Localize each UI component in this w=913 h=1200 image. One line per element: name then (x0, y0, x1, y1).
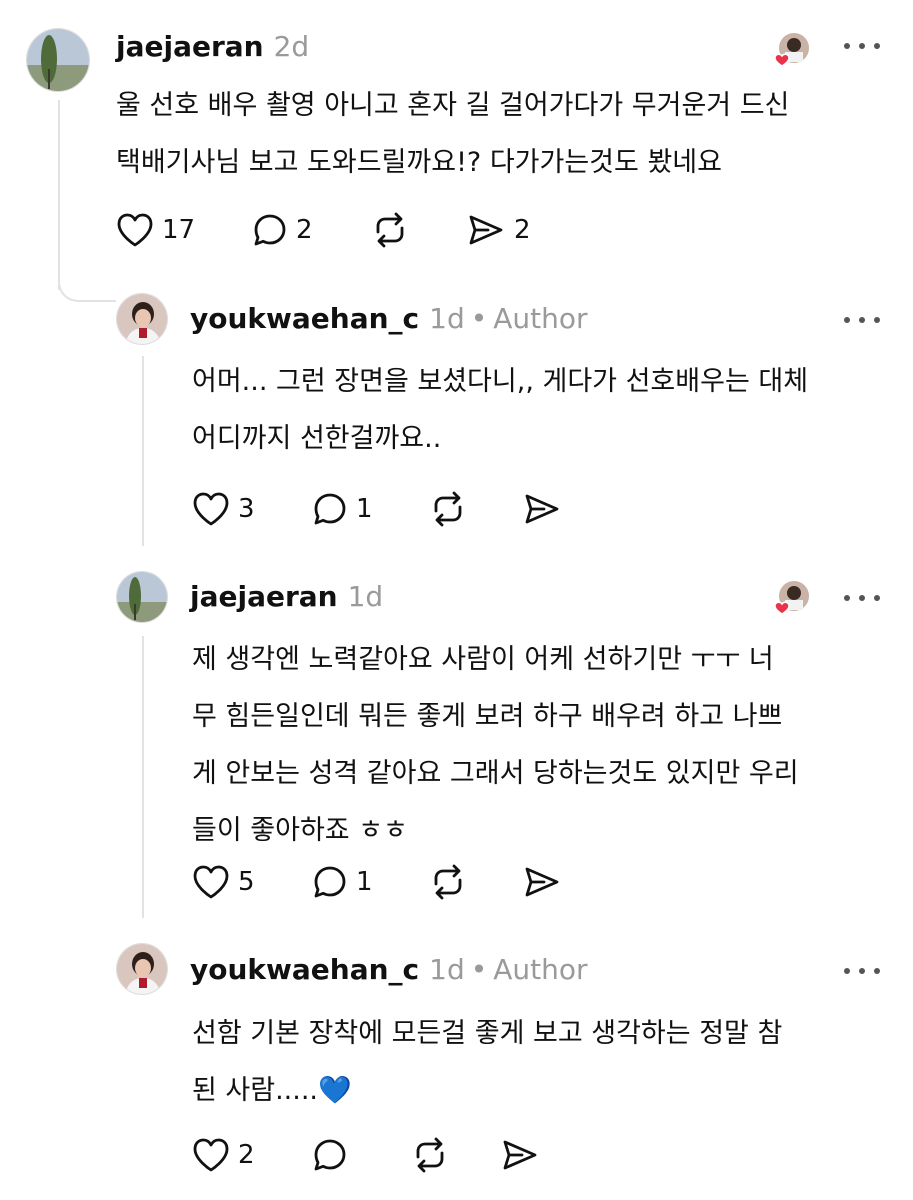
share-icon (469, 215, 503, 245)
thread-line (58, 100, 60, 290)
author-label: Author (493, 953, 588, 986)
username-row: jaejaeran 1d (190, 580, 383, 614)
action-bar: 5 1 (192, 860, 612, 904)
comment-text: 어머... 그런 장면을 보셨다니,, 게다가 선호배우는 대체 어디까지 선한… (192, 353, 808, 467)
comment-line: 제 생각엔 노력같아요 사람이 어케 선하기만 ㅜㅜ 너 (192, 644, 774, 675)
comment-text: 울 선호 배우 촬영 아니고 혼자 길 걸어가다가 무거운거 드신 택배기사님 … (116, 77, 789, 191)
username[interactable]: jaejaeran (190, 580, 338, 613)
comment-line: 선함 기본 장착에 모든걸 좋게 보고 생각하는 정말 참 (192, 1018, 783, 1049)
thread-line (142, 636, 144, 918)
comment-icon (314, 866, 346, 898)
repost-icon (434, 864, 462, 900)
more-options-button[interactable] (844, 314, 880, 326)
heart-icon (193, 865, 229, 899)
reply-count: 2 (296, 215, 313, 245)
share-button[interactable] (500, 1133, 540, 1177)
reply-button[interactable]: 1 (312, 860, 373, 904)
action-bar: 2 (192, 1133, 612, 1177)
comment-icon (314, 493, 346, 525)
like-button[interactable]: 5 (192, 860, 255, 904)
username-row: youkwaehan_c 1d • Author (190, 302, 588, 336)
comment-line: 무 힘든일인데 뭐든 좋게 보려 하구 배우려 하고 나쁘 (192, 701, 783, 732)
comment-line: 들이 좋아하죠 ㅎㅎ (192, 815, 408, 846)
share-icon (503, 1140, 537, 1170)
reply-button[interactable]: 2 (252, 208, 313, 252)
username-row: youkwaehan_c 1d • Author (190, 953, 588, 987)
comment-line: 어머... 그런 장면을 보셨다니,, 게다가 선호배우는 대체 (192, 366, 809, 397)
repost-button[interactable] (428, 487, 468, 531)
like-button[interactable]: 2 (192, 1133, 255, 1177)
timestamp: 1d (429, 953, 465, 986)
repost-button[interactable] (410, 1133, 450, 1177)
more-options-button[interactable] (844, 592, 880, 604)
like-count: 17 (162, 215, 196, 245)
share-icon (525, 494, 559, 524)
repost-icon (376, 212, 404, 248)
reply-count: 1 (356, 494, 373, 524)
comment-line: 게 안보는 성격 같아요 그래서 당하는것도 있지만 우리 (192, 758, 799, 789)
like-count: 3 (238, 494, 255, 524)
separator-dot: • (470, 302, 488, 335)
action-bar: 17 2 2 (116, 208, 596, 252)
author-liked-badge (770, 578, 812, 620)
thread-line (142, 356, 144, 546)
action-bar: 3 1 (192, 487, 612, 531)
username[interactable]: youkwaehan_c (190, 953, 419, 986)
repost-button[interactable] (370, 208, 410, 252)
username-row: jaejaeran 2d (116, 30, 309, 64)
share-button[interactable] (522, 487, 562, 531)
repost-icon (434, 491, 462, 527)
like-count: 5 (238, 867, 255, 897)
timestamp: 1d (347, 580, 384, 613)
username[interactable]: jaejaeran (116, 30, 264, 63)
like-button[interactable]: 3 (192, 487, 255, 531)
comment-line: 된 사람.....💙 (192, 1075, 352, 1106)
comment-line: 택배기사님 보고 도와드릴까요!? 다가가는것도 봤네요 (116, 147, 722, 178)
like-button[interactable]: 17 (116, 208, 195, 252)
avatar[interactable] (26, 28, 90, 92)
timestamp: 2d (273, 30, 310, 63)
share-button[interactable] (522, 860, 562, 904)
author-liked-badge (770, 30, 812, 72)
like-count: 2 (238, 1140, 255, 1170)
author-label: Author (493, 302, 588, 335)
reply-button[interactable] (312, 1133, 348, 1177)
share-button[interactable]: 2 (466, 208, 531, 252)
avatar[interactable] (116, 293, 168, 345)
username[interactable]: youkwaehan_c (190, 302, 419, 335)
repost-button[interactable] (428, 860, 468, 904)
comment-line: 어디까지 선한걸까요.. (192, 423, 442, 454)
reply-button[interactable]: 1 (312, 487, 373, 531)
comment-text: 제 생각엔 노력같아요 사람이 어케 선하기만 ㅜㅜ 너 무 힘든일인데 뭐든 … (192, 631, 799, 859)
heart-icon (193, 1138, 229, 1172)
thread-connector (58, 282, 116, 302)
more-options-button[interactable] (844, 965, 880, 977)
heart-icon (193, 492, 229, 526)
repost-icon (416, 1137, 444, 1173)
comment-text: 선함 기본 장착에 모든걸 좋게 보고 생각하는 정말 참 된 사람.....💙 (192, 1005, 782, 1119)
avatar[interactable] (116, 943, 168, 995)
avatar[interactable] (116, 571, 168, 623)
comment-line: 울 선호 배우 촬영 아니고 혼자 길 걸어가다가 무거운거 드신 (116, 90, 790, 121)
more-options-button[interactable] (844, 40, 880, 52)
timestamp: 1d (429, 302, 465, 335)
comment-icon (254, 214, 286, 246)
share-count: 2 (514, 215, 531, 245)
comment-icon (314, 1139, 346, 1171)
heart-icon (117, 213, 153, 247)
separator-dot: • (470, 953, 488, 986)
share-icon (525, 867, 559, 897)
reply-count: 1 (356, 867, 373, 897)
